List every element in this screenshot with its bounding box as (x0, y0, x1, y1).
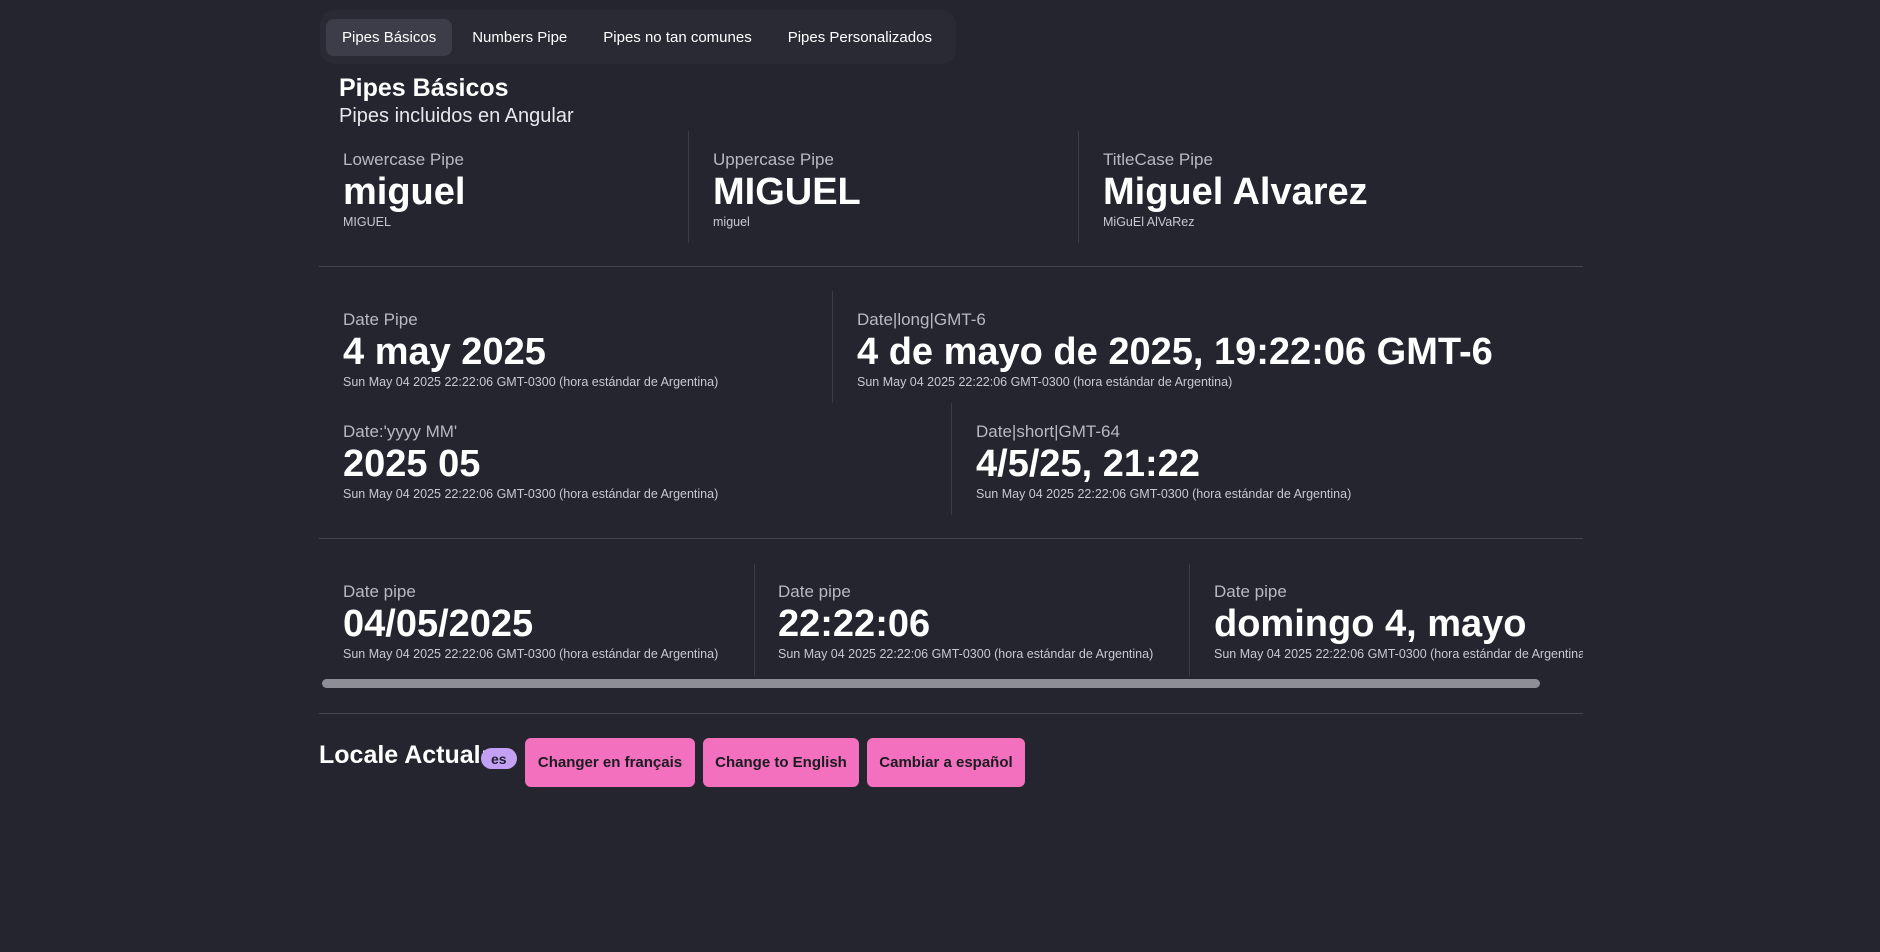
stat-description: Sun May 04 2025 22:22:06 GMT-0300 (hora … (1214, 646, 1583, 661)
stat-value: Miguel Alvarez (1103, 171, 1368, 213)
column-divider (1189, 564, 1190, 676)
stat-value: MIGUEL (713, 171, 861, 213)
tab-pipes-no-tan-comunes[interactable]: Pipes no tan comunes (587, 19, 767, 56)
stat-value: 2025 05 (343, 443, 481, 485)
stat-value: 4 may 2025 (343, 331, 546, 373)
page-title: Pipes Básicos (339, 74, 509, 102)
locale-label: Locale Actual: (319, 741, 489, 769)
stat-description: Sun May 04 2025 22:22:06 GMT-0300 (hora … (343, 646, 719, 661)
stat-date-pipe: Date Pipe 4 may 2025 Sun May 04 2025 22:… (343, 310, 718, 389)
stat-date-yyyy-mm: Date:'yyyy MM' 2025 05 Sun May 04 2025 2… (343, 422, 718, 501)
stat-description: Sun May 04 2025 22:22:06 GMT-0300 (hora … (343, 486, 719, 501)
stat-date-weekday: Date pipe domingo 4, mayo Sun May 04 202… (1214, 582, 1583, 661)
column-divider (832, 291, 833, 403)
stat-description: miguel (713, 214, 750, 229)
tab-pipes-personalizados[interactable]: Pipes Personalizados (772, 19, 948, 56)
stat-title: Lowercase Pipe (343, 150, 464, 169)
date-stats-scroll-area[interactable]: Date pipe 04/05/2025 Sun May 04 2025 22:… (319, 562, 1583, 684)
stat-date-dd-mm-yyyy: Date pipe 04/05/2025 Sun May 04 2025 22:… (343, 582, 718, 661)
stat-value: 4 de mayo de 2025, 19:22:06 GMT-6 (857, 331, 1493, 373)
stat-title: Uppercase Pipe (713, 150, 834, 169)
pipes-tab-bar: Pipes Básicos Numbers Pipe Pipes no tan … (320, 10, 956, 64)
stat-title: Date|long|GMT-6 (857, 310, 986, 329)
change-to-spanish-button[interactable]: Cambiar a español (867, 738, 1025, 787)
stat-description: Sun May 04 2025 22:22:06 GMT-0300 (hora … (857, 374, 1233, 389)
stat-title: Date pipe (343, 582, 416, 601)
change-to-french-button[interactable]: Changer en français (525, 738, 695, 787)
tab-pipes-basicos[interactable]: Pipes Básicos (326, 18, 453, 56)
stat-value: miguel (343, 171, 466, 213)
stat-lowercase-pipe: Lowercase Pipe miguel MIGUEL (343, 150, 465, 229)
stat-title: Date|short|GMT-64 (976, 422, 1120, 441)
scrollbar-thumb[interactable] (322, 679, 1540, 688)
stat-uppercase-pipe: Uppercase Pipe MIGUEL miguel (713, 150, 861, 229)
stat-description: Sun May 04 2025 22:22:06 GMT-0300 (hora … (778, 646, 1154, 661)
stat-description: MiGuEl AlVaRez (1103, 214, 1195, 229)
page-subtitle: Pipes incluidos en Angular (339, 105, 574, 127)
stat-description: Sun May 04 2025 22:22:06 GMT-0300 (hora … (343, 374, 719, 389)
locale-badge: es (481, 748, 517, 769)
horizontal-scrollbar[interactable] (319, 677, 1583, 691)
section-divider (319, 713, 1583, 714)
tab-numbers-pipe[interactable]: Numbers Pipe (456, 19, 583, 56)
stat-titlecase-pipe: TitleCase Pipe Miguel Alvarez MiGuEl AlV… (1103, 150, 1368, 229)
change-to-english-button[interactable]: Change to English (703, 738, 859, 787)
stat-title: TitleCase Pipe (1103, 150, 1213, 169)
stat-value: 4/5/25, 21:22 (976, 443, 1200, 485)
column-divider (688, 131, 689, 243)
column-divider (951, 403, 952, 515)
section-divider (319, 266, 1583, 267)
stat-description: Sun May 04 2025 22:22:06 GMT-0300 (hora … (976, 486, 1352, 501)
column-divider (754, 564, 755, 676)
stat-title: Date pipe (1214, 582, 1287, 601)
stat-date-short-gmt64: Date|short|GMT-64 4/5/25, 21:22 Sun May … (976, 422, 1351, 501)
stat-title: Date Pipe (343, 310, 418, 329)
stat-value: 04/05/2025 (343, 603, 534, 645)
stat-description: MIGUEL (343, 214, 391, 229)
stat-title: Date pipe (778, 582, 851, 601)
stat-date-time: Date pipe 22:22:06 Sun May 04 2025 22:22… (778, 582, 1153, 661)
stat-title: Date:'yyyy MM' (343, 422, 458, 441)
column-divider (1078, 131, 1079, 243)
section-divider (319, 538, 1583, 539)
stat-value: 22:22:06 (778, 603, 931, 645)
stat-date-long-gmt6: Date|long|GMT-6 4 de mayo de 2025, 19:22… (857, 310, 1493, 389)
stat-value: domingo 4, mayo (1214, 603, 1527, 645)
